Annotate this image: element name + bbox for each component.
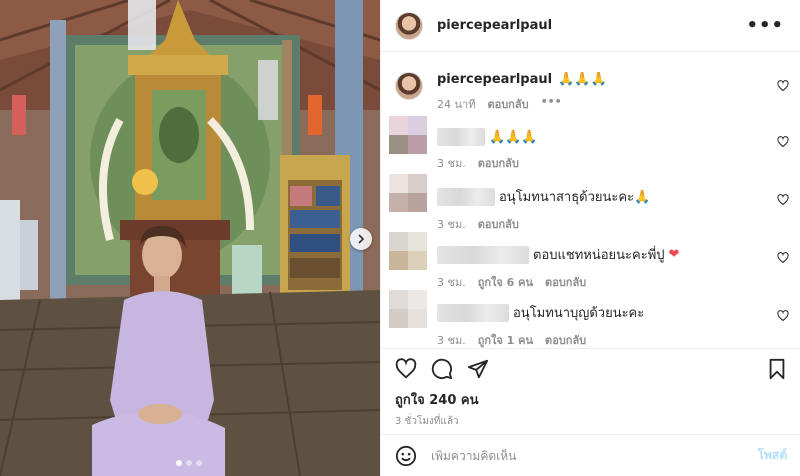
heart-icon[interactable]	[777, 252, 789, 264]
heart-icon[interactable]	[777, 80, 789, 92]
heart-icon[interactable]	[777, 194, 789, 206]
post-actions: ถูกใจ 240 คน 3 ชั่วโมงที่แล้ว	[381, 348, 800, 429]
comment-time[interactable]: 3 ชม.	[437, 273, 466, 291]
blurred-username[interactable]	[437, 187, 495, 206]
comment-like-count[interactable]: ถูกใจ 6 คน	[478, 273, 533, 291]
comment-reply-button[interactable]: ตอบกลับ	[478, 215, 519, 233]
comment-text: ตอบแชทหน่อยนะคะพี่ปู	[533, 248, 665, 263]
like-count[interactable]: ถูกใจ 240 คน	[381, 389, 800, 410]
carousel-dot	[176, 460, 182, 466]
post-timestamp[interactable]: 3 ชั่วโมงที่แล้ว	[381, 410, 800, 429]
comment-time[interactable]: 3 ชม.	[437, 154, 466, 172]
author-username[interactable]: piercepearlpaul	[437, 18, 552, 33]
comment-list: 🙏🙏🙏 3 ชม. ตอบกลับ อนุโมทนาสาธุด้วยนะคะ🙏 3 ชม…	[381, 116, 800, 348]
emoji-icon[interactable]	[395, 445, 417, 467]
post-comment-button[interactable]: โพสต์	[758, 446, 787, 465]
commenter-avatar[interactable]	[389, 174, 427, 212]
chevron-right-icon	[358, 234, 365, 244]
comment-reply-button[interactable]: ตอบกลับ	[478, 154, 519, 172]
next-photo-button[interactable]	[350, 228, 372, 250]
add-comment-bar: โพสต์	[381, 434, 800, 476]
blurred-username[interactable]	[437, 303, 509, 322]
blurred-username[interactable]	[437, 128, 485, 146]
comment-row: อนุโมทนาบุญด้วยนะคะ 3 ชม. ถูกใจ 1 คน ตอบกลั…	[381, 290, 800, 348]
commenter-avatar[interactable]	[389, 290, 427, 328]
post-sidebar: piercepearlpaul ••• piercepearlpaul 🙏🙏🙏 …	[380, 0, 800, 476]
comment-text: 🙏🙏🙏	[489, 129, 538, 145]
carousel-dot	[186, 460, 192, 466]
heart-icon[interactable]	[395, 358, 417, 380]
bookmark-icon[interactable]	[767, 358, 787, 380]
comment-input[interactable]	[431, 448, 731, 463]
author-avatar[interactable]	[395, 11, 423, 40]
comment-row: อนุโมทนาสาธุด้วยนะคะ🙏 3 ชม. ตอบกลับ	[381, 174, 800, 232]
carousel-dot	[196, 460, 202, 466]
comment-row: ตอบแชทหน่อยนะคะพี่ปู ❤ 3 ชม. ถูกใจ 6 คน ตอบก…	[381, 232, 800, 290]
comment-time[interactable]: 3 ชม.	[437, 331, 466, 349]
heart-icon[interactable]	[777, 310, 789, 322]
commenter-avatar[interactable]	[389, 116, 427, 154]
comment-time[interactable]: 3 ชม.	[437, 215, 466, 233]
share-icon[interactable]	[467, 358, 489, 380]
comment-reply-button[interactable]: ตอบกลับ	[545, 273, 586, 291]
caption-username[interactable]: piercepearlpaul	[437, 72, 552, 87]
carousel-dots	[176, 460, 202, 466]
caption: piercepearlpaul 🙏🙏🙏 24 นาที ตอบกลับ •••	[381, 60, 800, 118]
post-header: piercepearlpaul •••	[381, 0, 800, 52]
caption-time[interactable]: 24 นาที	[437, 95, 475, 113]
post-photo	[0, 0, 380, 476]
caption-reply-button[interactable]: ตอบกลับ	[487, 95, 528, 113]
temple-photo	[0, 0, 380, 476]
comment-reply-button[interactable]: ตอบกลับ	[545, 331, 586, 349]
comment-text: อนุโมทนาสาธุด้วยนะคะ🙏	[499, 190, 651, 205]
commenter-avatar[interactable]	[389, 232, 427, 270]
blurred-username[interactable]	[437, 245, 529, 264]
comment-icon[interactable]	[431, 358, 453, 380]
more-options-icon[interactable]: •••	[746, 15, 784, 36]
author-avatar[interactable]	[395, 72, 423, 100]
heart-icon[interactable]	[777, 136, 789, 148]
red-heart-emoji: ❤	[668, 247, 680, 262]
comment-row: 🙏🙏🙏 3 ชม. ตอบกลับ	[381, 116, 800, 174]
comment-text: อนุโมทนาบุญด้วยนะคะ	[513, 306, 645, 321]
caption-text: 🙏🙏🙏	[558, 72, 607, 87]
caption-more-icon[interactable]: •••	[541, 95, 562, 113]
comment-like-count[interactable]: ถูกใจ 1 คน	[478, 331, 533, 349]
